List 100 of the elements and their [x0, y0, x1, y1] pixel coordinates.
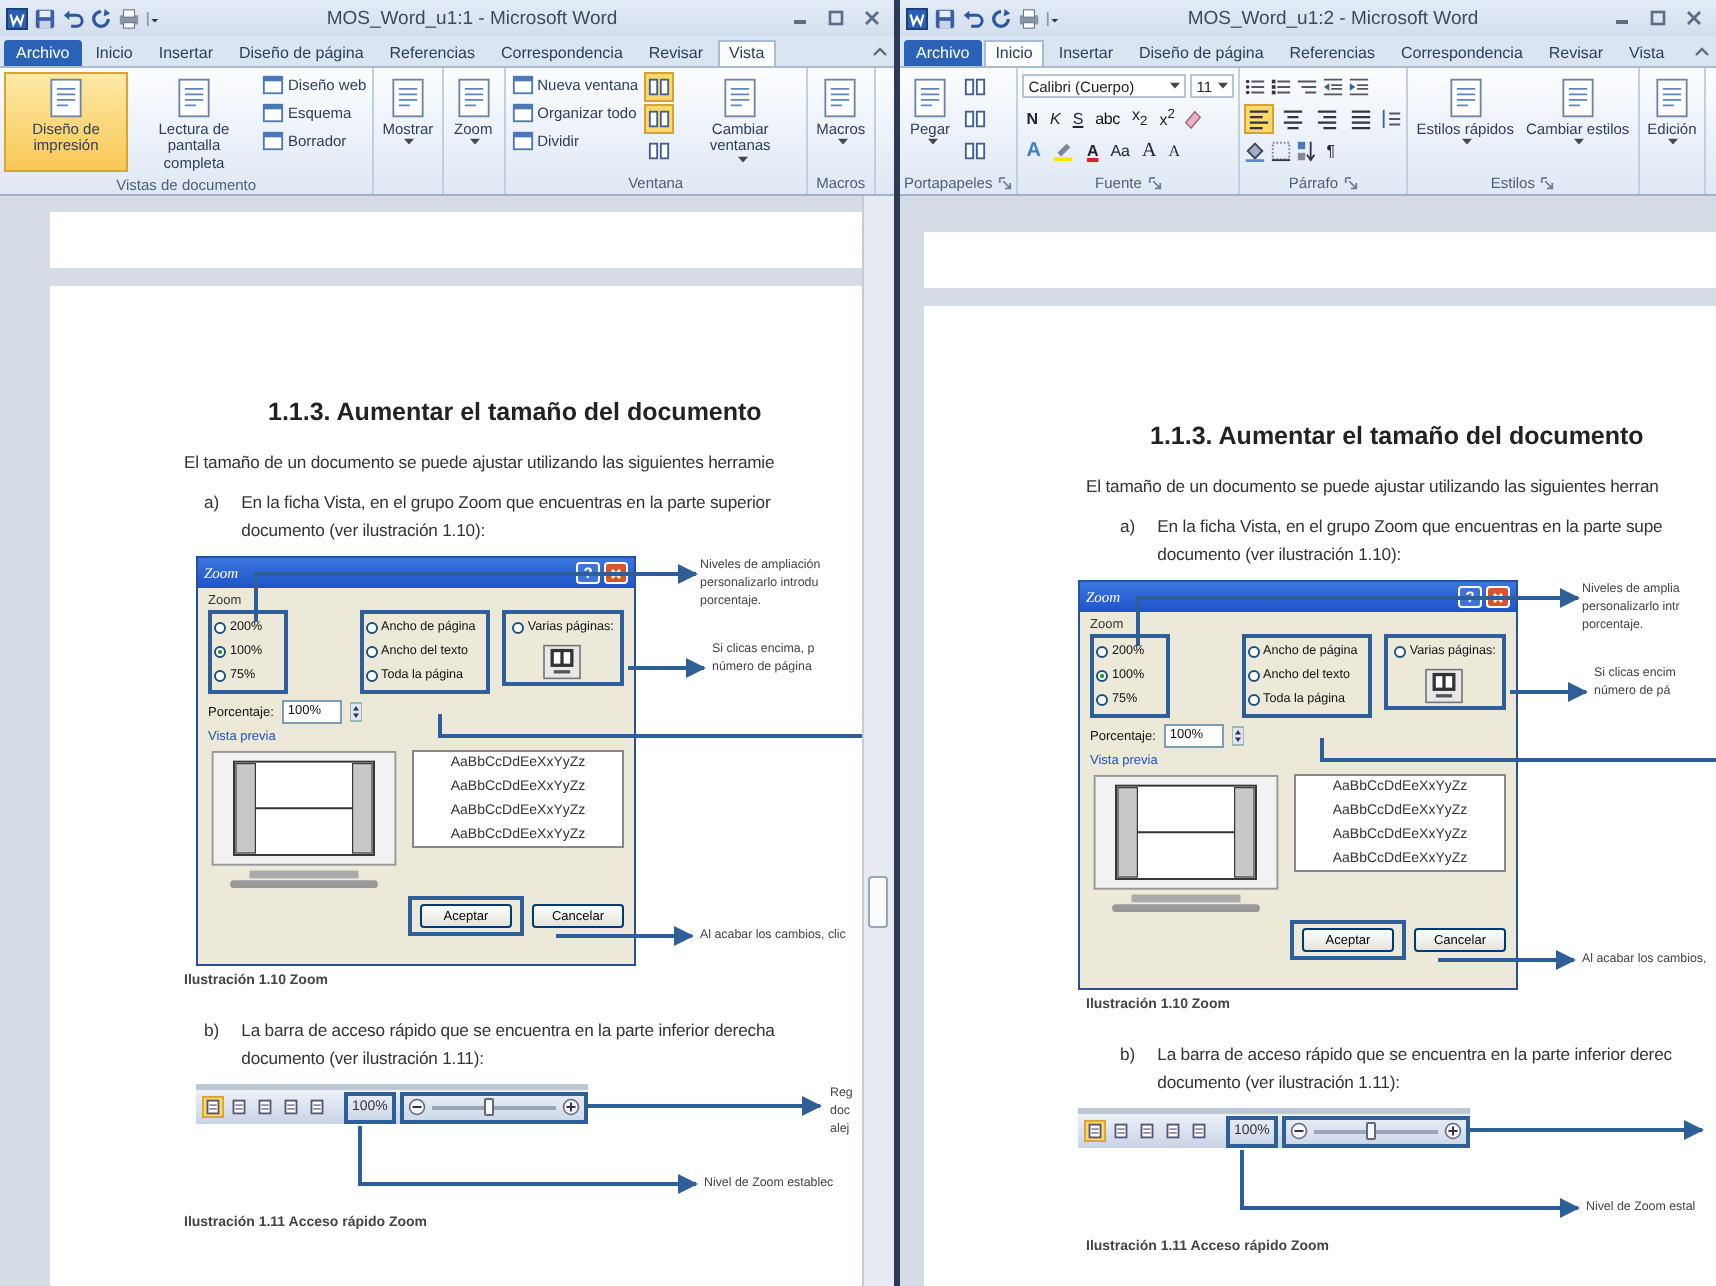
list-marker: a)	[204, 490, 220, 516]
multilevel-list-icon[interactable]	[1296, 75, 1319, 97]
radio-button[interactable]	[1096, 694, 1108, 706]
radio-button[interactable]	[1247, 670, 1260, 682]
ribbon-tab[interactable]: Diseño de página	[227, 40, 376, 66]
format-button[interactable]: S	[1068, 109, 1088, 127]
launcher-icon[interactable]	[1344, 176, 1358, 190]
radio-button[interactable]	[214, 646, 226, 658]
format-button[interactable]: A	[1082, 141, 1103, 159]
ribbon-tab[interactable]: Vista	[1617, 40, 1677, 66]
launcher-icon[interactable]	[1540, 176, 1555, 190]
view-icon[interactable]	[1188, 1120, 1210, 1142]
eraser-icon[interactable]	[1182, 107, 1205, 129]
radio-button[interactable]	[1393, 646, 1406, 658]
plus-icon[interactable]	[562, 1098, 580, 1116]
ribbon-tab[interactable]: Referencias	[377, 40, 487, 66]
indent-icon[interactable]	[1348, 75, 1371, 97]
radio-button[interactable]	[1096, 670, 1108, 682]
ribbon-tab[interactable]: Correspondencia	[1388, 40, 1535, 66]
save-icon[interactable]	[34, 7, 56, 29]
slider-thumb[interactable]	[483, 1097, 494, 1115]
sort-icon[interactable]	[1296, 139, 1319, 161]
toolbar-button[interactable]	[644, 104, 675, 134]
format-button[interactable]: A	[1022, 139, 1045, 161]
redo-icon[interactable]	[90, 7, 112, 29]
format-button[interactable]: x$^{2}$	[1155, 107, 1179, 129]
radio-button[interactable]	[1247, 694, 1260, 706]
radio-button[interactable]	[365, 646, 378, 658]
paragraph: El tamaño de un documento se puede ajustar utilizando las siguientes herramie	[184, 452, 777, 472]
plus-icon[interactable]	[1444, 1122, 1462, 1140]
ribbon-tab[interactable]: Insertar	[1046, 40, 1125, 66]
ribbon-tab[interactable]: Archivo	[904, 40, 982, 66]
dropdown-icon[interactable]	[1046, 7, 1060, 29]
ribbon-tab[interactable]: Insertar	[146, 40, 225, 66]
bullet-list-icon[interactable]	[1244, 75, 1267, 97]
view-icon[interactable]	[228, 1096, 250, 1118]
ribbon-tab[interactable]: Diseño de página	[1127, 40, 1276, 66]
view-icon[interactable]	[202, 1096, 224, 1118]
launcher-icon[interactable]	[1147, 176, 1162, 190]
monitor-icon[interactable]	[1424, 668, 1465, 704]
windows-icon	[648, 140, 671, 162]
view-icon[interactable]	[306, 1096, 328, 1118]
format-button[interactable]: abc	[1091, 109, 1124, 127]
ribbon-tab[interactable]: Inicio	[83, 40, 145, 66]
ribbon-tab[interactable]: Archivo	[4, 40, 82, 66]
minus-icon[interactable]	[1289, 1122, 1308, 1140]
radio-button[interactable]	[1247, 646, 1260, 658]
radio-button[interactable]	[365, 622, 378, 634]
list-marker: b)	[204, 1018, 220, 1044]
app-icon[interactable]	[906, 7, 928, 29]
format-button[interactable]: A	[1138, 139, 1161, 161]
monitor-icon[interactable]	[542, 644, 583, 680]
redo-icon[interactable]	[990, 7, 1012, 29]
vertical-scrollbar[interactable]	[862, 196, 894, 1286]
app-icon[interactable]	[6, 7, 28, 29]
ribbon-tab[interactable]: Revisar	[1536, 40, 1616, 66]
minus-icon[interactable]	[407, 1098, 426, 1116]
view-icon[interactable]	[254, 1096, 276, 1118]
format-button[interactable]: N	[1022, 109, 1042, 127]
radio-button[interactable]	[214, 622, 226, 634]
toolbar-button[interactable]	[644, 72, 675, 102]
radio-button[interactable]	[511, 622, 524, 634]
radio-button[interactable]	[365, 670, 378, 682]
format-button[interactable]: A	[1164, 141, 1185, 159]
view-icon[interactable]	[1136, 1120, 1158, 1142]
ribbon-tab[interactable]: Referencias	[1277, 40, 1387, 66]
print-icon[interactable]	[1018, 7, 1040, 29]
format-button[interactable]: x$_{2}$	[1127, 106, 1152, 130]
view-icon[interactable]	[1110, 1120, 1132, 1142]
undo-icon[interactable]	[962, 7, 984, 29]
caret-icon	[1668, 138, 1679, 147]
windows-icon	[964, 140, 986, 162]
format-button[interactable]: Aa	[1106, 141, 1135, 159]
arrow	[1438, 950, 1576, 970]
view-icon[interactable]	[1162, 1120, 1184, 1142]
numbered-list-icon[interactable]	[1270, 75, 1293, 97]
border-icon[interactable]	[1270, 139, 1293, 161]
ribbon-tab[interactable]: Correspondencia	[488, 40, 635, 66]
align-button[interactable]	[1244, 103, 1275, 133]
paint-bucket-icon[interactable]	[1244, 139, 1267, 161]
format-button[interactable]: K	[1045, 109, 1065, 127]
launcher-icon[interactable]	[998, 176, 1013, 190]
save-icon[interactable]	[934, 7, 956, 29]
dropdown-icon[interactable]	[146, 7, 160, 29]
spinner-icon[interactable]	[1231, 726, 1244, 746]
ribbon-tab[interactable]: Revisar	[636, 40, 716, 66]
print-icon[interactable]	[118, 7, 140, 29]
caret-icon	[737, 155, 748, 163]
radio-button[interactable]	[214, 670, 226, 682]
view-icon[interactable]	[1084, 1120, 1106, 1142]
ribbon-tab[interactable]: Inicio	[983, 40, 1045, 66]
view-icon[interactable]	[280, 1096, 302, 1118]
radio-button[interactable]	[1096, 646, 1108, 658]
line-spacing-icon[interactable]	[1380, 107, 1403, 129]
ribbon-tab[interactable]: Vista	[717, 40, 777, 66]
spinner-icon[interactable]	[349, 702, 362, 722]
show-marks-button[interactable]: ¶	[1322, 141, 1339, 159]
outdent-icon[interactable]	[1322, 75, 1345, 97]
undo-icon[interactable]	[62, 7, 84, 29]
slider-thumb[interactable]	[1365, 1121, 1376, 1139]
